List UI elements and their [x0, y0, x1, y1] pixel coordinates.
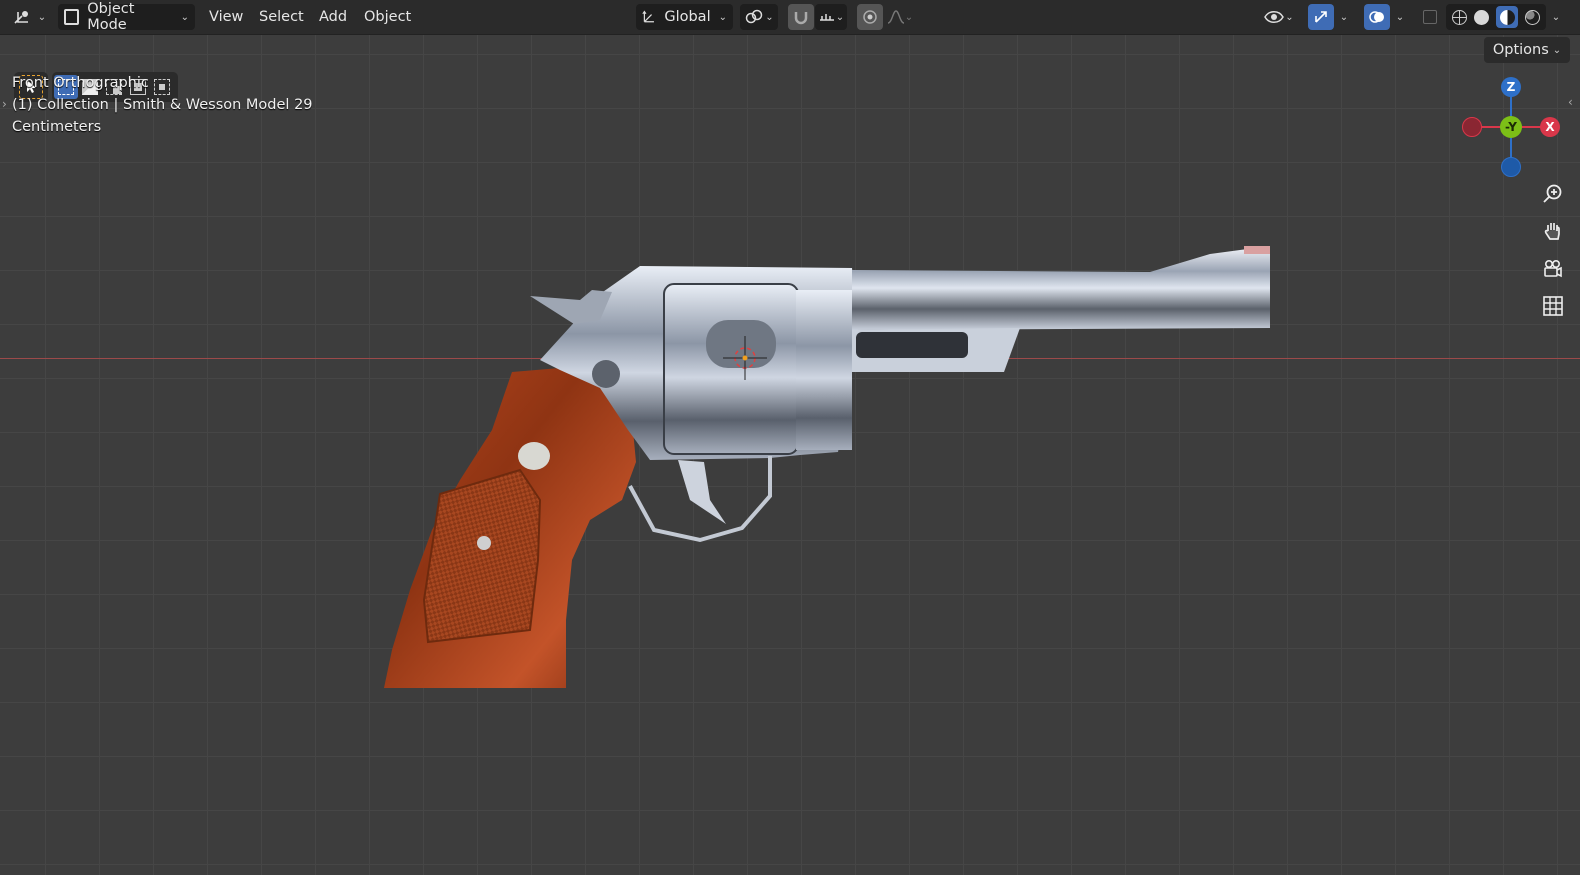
shading-mode-group	[1446, 4, 1546, 30]
chevron-down-icon: ⌄	[1395, 11, 1405, 23]
mode-dropdown[interactable]: Object Mode ⌄	[58, 1, 195, 33]
falloff-curve-icon	[887, 10, 905, 24]
collection-info: (1) Collection | Smith & Wesson Model 29	[12, 97, 313, 113]
gizmo-x-button[interactable]: X	[1540, 117, 1560, 137]
shading-dropdown[interactable]: ⌄	[1548, 4, 1564, 30]
rendered-shading-icon[interactable]	[1525, 9, 1541, 25]
solid-shading-icon[interactable]	[1473, 9, 1489, 25]
gizmo-dropdown[interactable]: ⌄	[1336, 4, 1352, 30]
visibility-dropdown[interactable]: ⌄	[1260, 4, 1298, 30]
toolbar-expand-icon[interactable]: ›	[2, 97, 7, 111]
perspective-toggle-button[interactable]	[1538, 291, 1568, 321]
wireframe-shading-icon[interactable]	[1451, 9, 1467, 25]
revolver-model[interactable]	[0, 35, 1580, 875]
gizmo-arrows-icon	[1315, 11, 1327, 23]
mode-label: Object Mode	[87, 1, 135, 33]
menu-add[interactable]: Add	[311, 4, 355, 30]
cylinder-release	[592, 360, 620, 388]
hand-icon	[1544, 223, 1560, 240]
gizmo-neg-z-button[interactable]	[1501, 157, 1521, 177]
chevron-down-icon: ⌄	[765, 11, 774, 23]
orientation-icon	[642, 10, 654, 23]
proportional-edit-icon	[863, 10, 877, 24]
grip-medallion	[518, 442, 550, 470]
gizmo-neg-x-button[interactable]	[1462, 117, 1482, 137]
material-shading-icon[interactable]	[1496, 6, 1519, 28]
menu-select[interactable]: Select	[251, 4, 312, 30]
ejector-rod	[856, 332, 968, 358]
options-dropdown[interactable]: Options ⌄	[1484, 37, 1570, 63]
pan-button[interactable]	[1538, 216, 1568, 246]
cylinder-shape	[663, 283, 799, 455]
proportional-edit-toggle[interactable]	[857, 4, 883, 30]
cylinder-front	[796, 290, 852, 450]
chevron-down-icon: ⌄	[1552, 44, 1562, 56]
trigger	[678, 460, 726, 524]
orientation-dropdown[interactable]: Global ⌄	[636, 4, 733, 30]
camera-icon	[1544, 259, 1562, 278]
menu-view[interactable]: View	[201, 4, 251, 30]
grip-screw	[477, 536, 491, 550]
front-sight	[1244, 246, 1270, 254]
pivot-point-button[interactable]: ⌄	[740, 4, 778, 30]
chevron-down-icon: ⌄	[835, 11, 845, 23]
intersect-selection-icon	[154, 79, 170, 95]
unit-label: Centimeters	[12, 119, 102, 135]
chevron-down-icon: ⌄	[1339, 11, 1349, 23]
gizmo-z-button[interactable]: Z	[1501, 77, 1521, 97]
barrel-shape	[852, 246, 1270, 330]
object-mode-icon	[64, 9, 80, 25]
snap-increment-icon	[819, 14, 834, 21]
mode-intersect-button[interactable]	[150, 75, 174, 99]
menu-object[interactable]: Object	[356, 4, 419, 30]
falloff-dropdown[interactable]: ⌄	[885, 4, 915, 30]
eye-icon	[1264, 11, 1285, 23]
overlay-dropdown[interactable]: ⌄	[1392, 4, 1408, 30]
chevron-down-icon: ⌄	[37, 11, 47, 23]
overlay-icon	[1369, 11, 1384, 23]
overlay-toggle[interactable]	[1364, 4, 1390, 30]
origin-point	[742, 355, 748, 361]
chevron-down-icon: ⌄	[904, 11, 914, 23]
grip-checkering	[422, 468, 542, 644]
orientation-label: Global	[664, 9, 711, 25]
view-name: Front Orthographic	[12, 75, 149, 91]
zoom-button[interactable]	[1538, 179, 1568, 209]
xray-toggle[interactable]	[1418, 4, 1442, 30]
cylinder-flute	[706, 320, 776, 368]
chevron-down-icon: ⌄	[1285, 11, 1294, 23]
hammer-shape	[530, 290, 612, 324]
transform-gizmo-icon	[14, 11, 28, 24]
zoom-in-icon	[1543, 184, 1562, 203]
chevron-down-icon: ⌄	[1551, 11, 1561, 23]
gizmo-neg-y-button[interactable]: -Y	[1500, 116, 1522, 138]
magnet-icon	[794, 12, 808, 25]
editor-type-button[interactable]: ⌄	[10, 4, 48, 30]
chevron-down-icon: ⌄	[180, 11, 189, 23]
gizmo-toggle[interactable]	[1308, 4, 1334, 30]
chevron-down-icon: ⌄	[718, 11, 727, 23]
grid-icon	[1543, 296, 1563, 316]
viewport-header: ⌄ Object Mode ⌄ View Select Add Object G…	[0, 0, 1580, 35]
snap-target-dropdown[interactable]: ⌄	[815, 4, 847, 30]
camera-view-button[interactable]	[1538, 254, 1568, 284]
3d-viewport[interactable]: Options ⌄ Front Orthographic (1) Collect…	[0, 35, 1580, 875]
snap-toggle[interactable]	[788, 4, 814, 30]
xray-icon	[1423, 10, 1437, 24]
pivot-icon	[746, 9, 763, 24]
navigation-gizmo[interactable]: Z X -Y	[1462, 75, 1572, 185]
options-label: Options	[1492, 42, 1549, 58]
